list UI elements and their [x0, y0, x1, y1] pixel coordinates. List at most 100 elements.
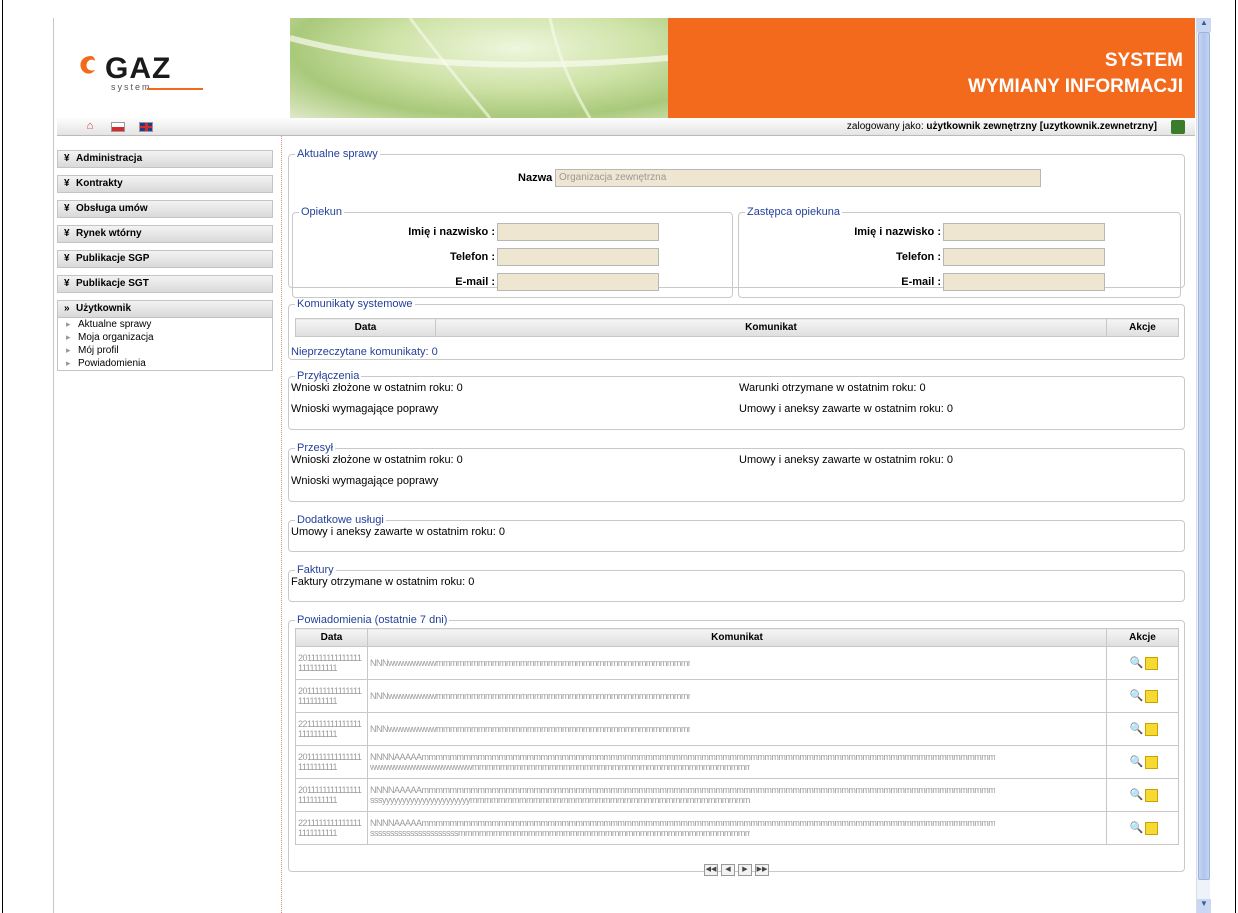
chevron-down-icon: ¥	[64, 228, 70, 239]
table-row: 2011111111111111 1111111111 NNNwwwwwwwwmm…	[295, 646, 1179, 680]
opiekun-phone-field[interactable]	[497, 248, 659, 266]
preview-icon[interactable]: 🔍	[1130, 723, 1144, 736]
nazwa-field[interactable]: Organizacja zewnętrzna	[555, 169, 1041, 187]
przylaczenia-left2: Wnioski wymagające poprawy	[291, 403, 439, 415]
logo-area[interactable]: GAZ system	[57, 18, 290, 118]
chevron-down-icon: ¥	[64, 203, 70, 214]
menu-rynek-wtorny[interactable]: ¥ Rynek wtórny	[57, 225, 273, 243]
note-icon[interactable]	[1144, 788, 1158, 802]
menu-uzytkownik[interactable]: » Użytkownik	[57, 300, 273, 318]
vertical-scrollbar[interactable]: ▲ ▼	[1196, 18, 1211, 913]
row-message: NNNwwwwwwwwmmmmmmmmmmmmmmmmmmmmmmmmmmmmm…	[367, 712, 1107, 746]
przesyl-left2: Wnioski wymagające poprawy	[291, 475, 439, 487]
flag-uk-icon[interactable]	[139, 122, 153, 132]
row-date: 2211111111111111 1111111111	[295, 712, 368, 746]
menu-publikacje-sgp[interactable]: ¥ Publikacje SGP	[57, 250, 273, 268]
menu-label: Administracja	[76, 153, 143, 164]
next-page-button[interactable]: ▶	[738, 864, 752, 876]
col-data: Data	[295, 318, 436, 337]
menu-label: Obsługa umów	[76, 203, 148, 214]
section-przesyl: Przesył Wnioski złożone w ostatnim roku:…	[288, 442, 1185, 502]
preview-icon[interactable]: 🔍	[1130, 690, 1144, 703]
sidebar-divider	[281, 136, 282, 913]
main-content: Aktualne sprawy Nazwa : Organizacja zewn…	[288, 148, 1185, 876]
row-date: 2011111111111111 1111111111	[295, 778, 368, 812]
komunikaty-table: Data Komunikat Akcje	[295, 318, 1179, 337]
date-line1: 2211111111111111	[298, 719, 362, 729]
date-line1: 2211111111111111	[298, 818, 362, 828]
first-page-button[interactable]: ◀◀	[704, 864, 718, 876]
menu-kontrakty[interactable]: ¥ Kontrakty	[57, 175, 273, 193]
scroll-thumb[interactable]	[1198, 32, 1210, 880]
submenu-aktualne-sprawy[interactable]: Aktualne sprawy	[58, 318, 272, 331]
login-user: użytkownik zewnętrzny [uzytkownik.zewnet…	[926, 121, 1157, 132]
section-opiekun: Opiekun Imię i nazwisko : Telefon : E-ma…	[292, 206, 733, 298]
legend-opiekun: Opiekun	[301, 206, 342, 218]
menu-administracja[interactable]: ¥ Administracja	[57, 150, 273, 168]
row-message: NNNwwwwwwwwmmmmmmmmmmmmmmmmmmmmmmmmmmmmm…	[367, 679, 1107, 713]
scroll-down-icon[interactable]: ▼	[1197, 899, 1211, 913]
section-komunikaty: Komunikaty systemowe Data Komunikat Akcj…	[288, 298, 1185, 360]
logo-underline	[147, 88, 203, 90]
row-message: NNNNAAAAAmmmmmmmmmmmmmmmmmmmmmmmmmmmmmmm…	[367, 778, 1107, 812]
preview-icon[interactable]: 🔍	[1130, 756, 1144, 769]
legend-przylaczenia: Przyłączenia	[297, 370, 360, 382]
scroll-up-icon[interactable]: ▲	[1197, 18, 1211, 32]
logo-text: GAZ	[105, 52, 172, 85]
submenu-moj-profil[interactable]: Mój profil	[58, 344, 272, 357]
zastepca-name-field[interactable]	[943, 223, 1105, 241]
gaz-logo-icon	[80, 56, 95, 74]
zastepca-phone-field[interactable]	[943, 248, 1105, 266]
logout-icon[interactable]	[1171, 120, 1185, 134]
date-line1: 2011111111111111	[298, 785, 362, 795]
note-icon[interactable]	[1144, 755, 1158, 769]
nazwa-label: Nazwa :	[518, 172, 559, 184]
menu-label: Rynek wtórny	[76, 228, 142, 239]
last-page-button[interactable]: ▶▶	[755, 864, 769, 876]
date-line1: 2011111111111111	[298, 686, 362, 696]
preview-icon[interactable]: 🔍	[1130, 657, 1144, 670]
row-message: NNNwwwwwwwwmmmmmmmmmmmmmmmmmmmmmmmmmmmmm…	[367, 646, 1107, 680]
date-line1: 2011111111111111	[298, 653, 362, 663]
preview-icon[interactable]: 🔍	[1130, 822, 1144, 835]
submenu-powiadomienia[interactable]: Powiadomienia	[58, 357, 272, 370]
opiekun-name-field[interactable]	[497, 223, 659, 241]
col-akcje: Akcje	[1106, 318, 1179, 337]
preview-icon[interactable]: 🔍	[1130, 789, 1144, 802]
header-orange-panel: SYSTEM WYMIANY INFORMACJI	[668, 18, 1195, 118]
row-date: 2011111111111111 1111111111	[295, 745, 368, 779]
date-line2: 1111111111	[298, 828, 338, 838]
date-line2: 1111111111	[298, 762, 338, 772]
section-dodatkowe-uslugi: Dodatkowe usługi Umowy i aneksy zawarte …	[288, 514, 1185, 552]
legend-powiadomienia: Powiadomienia (ostatnie 7 dni)	[297, 614, 448, 626]
przesyl-left1: Wnioski złożone w ostatnim roku: 0	[291, 454, 463, 466]
note-icon[interactable]	[1144, 656, 1158, 670]
menu-obsluga-umow[interactable]: ¥ Obsługa umów	[57, 200, 273, 218]
section-aktualne-sprawy: Aktualne sprawy Nazwa : Organizacja zewn…	[288, 148, 1185, 298]
opiekun-name-label: Imię i nazwisko :	[408, 226, 495, 238]
submenu-moja-organizacja[interactable]: Moja organizacja	[58, 331, 272, 344]
message-line1: NNNwwwwwwwwmmmmmmmmmmmmmmmmmmmmmmmmmmmmm…	[370, 691, 690, 701]
date-line2: 1111111111	[298, 729, 338, 739]
home-icon[interactable]: ⌂	[83, 120, 97, 133]
menu-label: Kontrakty	[76, 178, 123, 189]
section-zastepca: Zastępca opiekuna Imię i nazwisko : Tele…	[738, 206, 1181, 298]
chevron-down-icon: ¥	[64, 278, 70, 289]
row-message: NNNNAAAAAmmmmmmmmmmmmmmmmmmmmmmmmmmmmmmm…	[367, 811, 1107, 845]
flag-pl-icon[interactable]	[111, 122, 125, 132]
section-powiadomienia: Powiadomienia (ostatnie 7 dni) Data Komu…	[288, 614, 1185, 876]
prev-page-button[interactable]: ◀	[721, 864, 735, 876]
note-icon[interactable]	[1144, 821, 1158, 835]
note-icon[interactable]	[1144, 689, 1158, 703]
opiekun-email-field[interactable]	[497, 273, 659, 291]
col-akcje: Akcje	[1106, 628, 1179, 647]
zastepca-email-field[interactable]	[943, 273, 1105, 291]
opiekun-phone-label: Telefon :	[449, 251, 495, 263]
menu-publikacje-sgt[interactable]: ¥ Publikacje SGT	[57, 275, 273, 293]
unread-messages-link[interactable]: Nieprzeczytane komunikaty: 0	[291, 346, 438, 358]
message-line1: NNNNAAAAAmmmmmmmmmmmmmmmmmmmmmmmmmmmmmmm…	[370, 785, 995, 795]
table-row: 2211111111111111 1111111111 NNNwwwwwwwwmm…	[295, 712, 1179, 746]
note-icon[interactable]	[1144, 722, 1158, 736]
date-line2: 1111111111	[298, 663, 338, 673]
zastepca-email-label: E-mail :	[901, 276, 941, 288]
